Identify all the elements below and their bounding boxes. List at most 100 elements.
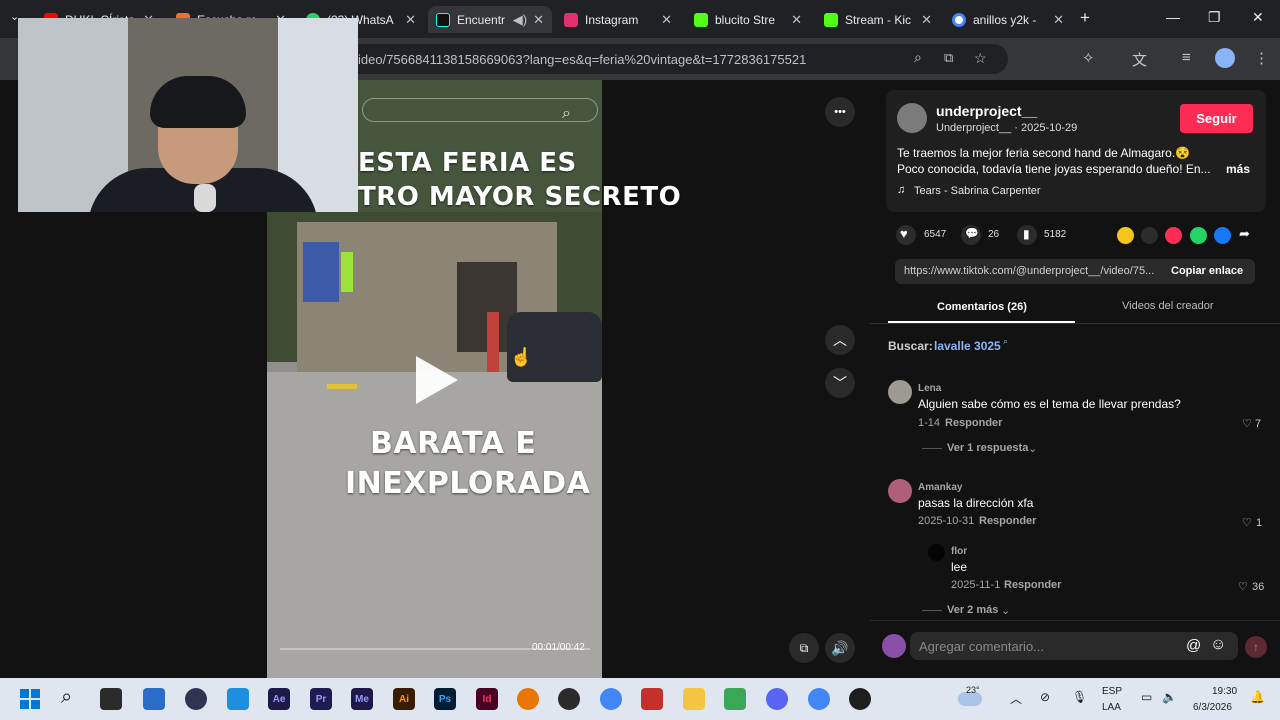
illustrator-icon[interactable]: Ai	[393, 688, 415, 710]
tab-creator-videos[interactable]: Videos del creador	[1122, 300, 1214, 312]
obs-icon[interactable]	[849, 688, 871, 710]
vscode-icon[interactable]	[227, 688, 249, 710]
store-icon[interactable]	[143, 688, 165, 710]
close-window-button[interactable]: ✕	[1252, 9, 1264, 26]
close-icon[interactable]: ✕	[405, 12, 416, 28]
minimize-button[interactable]: —	[1166, 9, 1180, 25]
more-options-button[interactable]: •••	[825, 97, 855, 127]
repost-icon[interactable]	[1117, 227, 1134, 244]
blender-icon[interactable]	[517, 688, 539, 710]
translate-icon[interactable]: 文	[1132, 49, 1147, 70]
language-code-1[interactable]: ESP	[1102, 686, 1122, 697]
comment-avatar[interactable]	[888, 479, 912, 503]
tab-kick-blucito[interactable]: blucito Stre ✕	[686, 6, 810, 33]
reply-avatar[interactable]	[928, 544, 945, 561]
restore-button[interactable]: ❐	[1208, 9, 1221, 26]
chrome-icon[interactable]	[600, 688, 622, 710]
comment-like-heart-icon[interactable]: ♡	[1242, 417, 1252, 430]
microphone-icon[interactable]: 🎙	[1072, 690, 1087, 704]
clock-time[interactable]: 19:30	[1212, 686, 1237, 697]
mention-icon[interactable]: @	[1186, 637, 1201, 654]
copy-link-button[interactable]: Copiar enlace	[1171, 265, 1243, 277]
photoshop-icon[interactable]: Ps	[434, 688, 456, 710]
discord-icon[interactable]	[766, 688, 788, 710]
post-comment-button[interactable]: ↑	[1245, 636, 1267, 658]
after-effects-icon[interactable]: Ae	[268, 688, 290, 710]
language-code-2[interactable]: LAA	[1102, 702, 1121, 713]
zoom-icon[interactable]: ⌕	[914, 49, 922, 66]
whatsapp-share-icon[interactable]	[1190, 227, 1207, 244]
reply-button[interactable]: Responder	[1004, 579, 1061, 591]
music-title[interactable]: Tears - Sabrina Carpenter	[914, 185, 1041, 197]
previous-video-button[interactable]: ︿	[825, 325, 855, 355]
close-icon[interactable]: ✕	[791, 12, 802, 28]
tab-comments[interactable]: Comentarios (26)	[937, 301, 1027, 313]
close-icon[interactable]: ✕	[661, 12, 672, 28]
reply-button[interactable]: Responder	[945, 417, 1002, 429]
share-link-text[interactable]: https://www.tiktok.com/@underproject__/v…	[904, 265, 1154, 277]
tab-kick-stream[interactable]: Stream - Kic ✕	[816, 6, 940, 33]
tab-tiktok-active[interactable]: Encuentr ◀) ✕	[428, 6, 552, 33]
notifications-icon[interactable]: 🔔	[1250, 690, 1265, 704]
facebook-share-icon[interactable]	[1214, 227, 1231, 244]
app-icon[interactable]	[185, 688, 207, 710]
view-replies-button[interactable]: Ver 1 respuesta	[947, 442, 1028, 454]
close-icon[interactable]: ✕	[533, 12, 544, 28]
embed-code-icon[interactable]	[1141, 227, 1158, 244]
taskbar-search-icon[interactable]: ⌕	[61, 686, 72, 709]
app-icon[interactable]	[558, 688, 580, 710]
reply-button[interactable]: Responder	[979, 515, 1036, 527]
more-description-button[interactable]: más	[1226, 162, 1250, 176]
comment-username[interactable]: Amankay	[918, 482, 962, 493]
extensions-icon[interactable]: ✧	[1082, 49, 1095, 67]
creator-avatar[interactable]	[897, 103, 927, 133]
install-app-icon[interactable]: ⧉	[944, 50, 953, 66]
volume-button[interactable]: 🔊	[825, 633, 855, 663]
floating-player-button[interactable]: ⧉	[789, 633, 819, 663]
webcam-microphone	[194, 184, 216, 212]
menu-kebab-icon[interactable]: ⋮	[1254, 49, 1269, 67]
play-icon[interactable]	[416, 356, 458, 404]
tray-chevron-up-icon[interactable]: ︿	[1010, 690, 1022, 707]
indesign-icon[interactable]: Id	[476, 688, 498, 710]
send-friends-icon[interactable]	[1165, 227, 1182, 244]
address-bar[interactable]: ideo/7566841138158669063?lang=es&q=feria…	[340, 44, 1008, 74]
comment-username[interactable]: Lena	[918, 383, 941, 394]
view-more-replies-button[interactable]: Ver 2 más	[947, 604, 998, 616]
tab-instagram[interactable]: Instagram ✕	[556, 6, 680, 33]
bookmark-star-icon[interactable]: ☆	[974, 50, 987, 67]
chevron-down-icon[interactable]: ⌄	[1028, 442, 1037, 455]
close-icon[interactable]: ✕	[1053, 12, 1064, 28]
comment-like-heart-icon[interactable]: ♡	[1238, 580, 1248, 593]
premiere-icon[interactable]: Pr	[310, 688, 332, 710]
comment-like-heart-icon[interactable]: ♡	[1242, 516, 1252, 529]
media-encoder-icon[interactable]: Me	[351, 688, 373, 710]
emoji-icon[interactable]: ☺	[1210, 636, 1226, 654]
share-arrow-icon[interactable]: ➦	[1239, 226, 1250, 242]
next-video-button[interactable]: ﹀	[825, 368, 855, 398]
chevron-down-icon[interactable]: ⌄	[1001, 604, 1010, 617]
new-tab-button[interactable]: +	[1080, 8, 1090, 28]
profile-avatar[interactable]	[1215, 48, 1235, 68]
chrome-active-icon[interactable]	[808, 688, 830, 710]
start-button[interactable]	[20, 689, 40, 709]
notes-icon[interactable]	[724, 688, 746, 710]
reply-username[interactable]: flor	[951, 546, 967, 557]
search-suggestion-term[interactable]: lavalle 3025	[934, 339, 1001, 353]
music-note-icon: ♫	[897, 184, 906, 196]
creator-username[interactable]: underproject__	[936, 103, 1037, 119]
clock-date[interactable]: 6/3/2026	[1193, 702, 1232, 713]
media-control-icon[interactable]: ≡	[1182, 49, 1191, 66]
file-explorer-icon[interactable]	[683, 688, 705, 710]
speaker-icon[interactable]: ◀)	[513, 12, 527, 28]
follow-button[interactable]: Seguir	[1180, 104, 1253, 133]
display-icon[interactable]: ▭	[1141, 690, 1152, 704]
comment-avatar[interactable]	[888, 380, 912, 404]
network-off-icon[interactable]: ⊘	[1040, 690, 1050, 704]
task-view-icon[interactable]	[100, 688, 122, 710]
close-icon[interactable]: ✕	[921, 12, 932, 28]
volume-tray-icon[interactable]: 🔈	[1162, 690, 1177, 704]
search-icon[interactable]: ⌕	[562, 105, 571, 123]
tab-google[interactable]: anillos y2k - ✕	[944, 6, 1072, 33]
voicemeeter-icon[interactable]	[641, 688, 663, 710]
